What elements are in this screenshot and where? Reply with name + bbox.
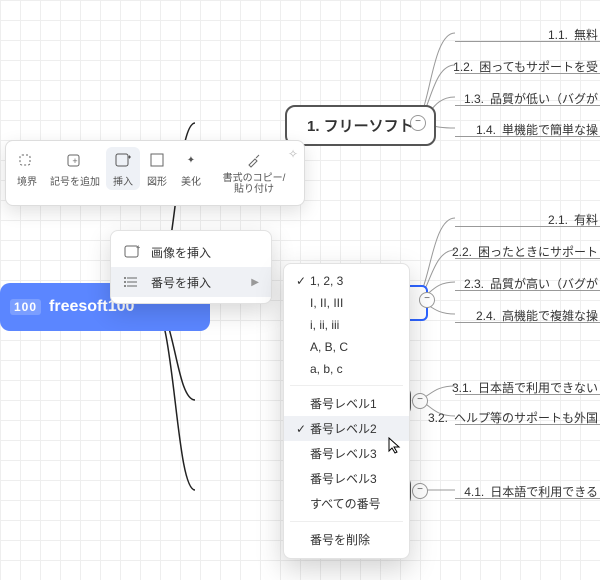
leaf-2-2[interactable]: 2.2.困ったときにサポート: [452, 243, 598, 260]
leaf-1-1[interactable]: 1.1.無料: [548, 26, 598, 43]
numbered-list-icon: [123, 273, 141, 291]
boundary-icon: [16, 149, 38, 171]
toolbar-shape[interactable]: 図形: [140, 147, 174, 190]
check-icon: ✓: [292, 274, 310, 288]
menu-separator: [290, 521, 403, 522]
svg-text:+: +: [72, 156, 77, 166]
toolbar-beautify[interactable]: ✦ 美化: [174, 147, 208, 190]
collapse-toggle[interactable]: −: [419, 292, 435, 308]
insert-icon: [112, 149, 134, 171]
svg-text:+: +: [136, 244, 140, 252]
leaf-2-4[interactable]: 2.4.高機能で複雑な操: [476, 307, 598, 324]
menu-label: 画像を挿入: [151, 244, 211, 261]
menu-separator: [290, 385, 403, 386]
leaf-2-1[interactable]: 2.1.有料: [548, 211, 598, 228]
toolbar-label: 記号を追加: [50, 173, 100, 188]
add-mark-icon: +: [64, 149, 86, 171]
toolbar-label: 図形: [147, 173, 167, 188]
shape-icon: [146, 149, 168, 171]
number-option-abc-upper[interactable]: A, B, C: [284, 336, 409, 358]
toolbar-copy-format[interactable]: 書式のコピー/ 貼り付け: [208, 147, 300, 197]
toolbar-boundary[interactable]: 境界: [10, 147, 44, 190]
brush-icon: [243, 149, 265, 171]
menu-insert-image[interactable]: + 画像を挿入: [111, 237, 271, 267]
collapse-toggle[interactable]: −: [412, 483, 428, 499]
leaf-1-2[interactable]: 1.2.困ってもサポートを受: [453, 58, 598, 75]
number-style-submenu: ✓1, 2, 3 I, II, III i, ii, iii A, B, C a…: [283, 263, 410, 559]
leaf-3-2[interactable]: 3.2.ヘルプ等のサポートも外国: [428, 409, 598, 426]
number-delete[interactable]: 番号を削除: [284, 527, 409, 552]
node-label: 1. フリーソフト: [307, 118, 414, 135]
pin-icon[interactable]: ✧: [288, 147, 298, 161]
menu-insert-number[interactable]: 番号を挿入 ▶: [111, 267, 271, 297]
toolbar-label: 美化: [181, 173, 201, 188]
sparkle-icon: ✦: [180, 149, 202, 171]
collapse-toggle[interactable]: −: [410, 115, 426, 131]
chevron-right-icon: ▶: [251, 277, 259, 288]
number-option-123[interactable]: ✓1, 2, 3: [284, 270, 409, 292]
leaf-1-3[interactable]: 1.3.品質が低い（バグが: [464, 90, 598, 107]
collapse-toggle[interactable]: −: [412, 393, 428, 409]
floating-toolbar: ✧ 境界 + 記号を追加 挿入 図形 ✦ 美化 書式のコピー/ 貼り付け: [5, 140, 305, 206]
toolbar-insert[interactable]: 挿入: [106, 147, 140, 190]
leaf-4-1[interactable]: 4.1.日本語で利用できる: [464, 483, 598, 500]
leaf-1-4[interactable]: 1.4.単機能で簡単な操: [476, 121, 598, 138]
number-option-roman-upper[interactable]: I, II, III: [284, 292, 409, 314]
image-icon: +: [123, 243, 141, 261]
leaf-2-3[interactable]: 2.3.品質が高い（バグが: [464, 275, 598, 292]
insert-submenu: + 画像を挿入 番号を挿入 ▶: [110, 230, 272, 304]
number-level-3b[interactable]: 番号レベル3: [284, 466, 409, 491]
toolbar-label: 境界: [17, 173, 37, 188]
leaf-3-1[interactable]: 3.1.日本語で利用できない: [452, 379, 598, 396]
menu-label: 番号を挿入: [151, 274, 211, 291]
number-level-3[interactable]: 番号レベル3: [284, 441, 409, 466]
number-option-abc-lower[interactable]: a, b, c: [284, 358, 409, 380]
number-all[interactable]: すべての番号: [284, 491, 409, 516]
root-badge: 100: [10, 299, 41, 315]
toolbar-label: 書式のコピー/ 貼り付け: [223, 173, 286, 195]
number-level-2[interactable]: ✓番号レベル2: [284, 416, 409, 441]
toolbar-add-mark[interactable]: + 記号を追加: [44, 147, 106, 190]
check-icon: ✓: [292, 422, 310, 436]
toolbar-label: 挿入: [113, 173, 133, 188]
number-option-roman-lower[interactable]: i, ii, iii: [284, 314, 409, 336]
number-level-1[interactable]: 番号レベル1: [284, 391, 409, 416]
